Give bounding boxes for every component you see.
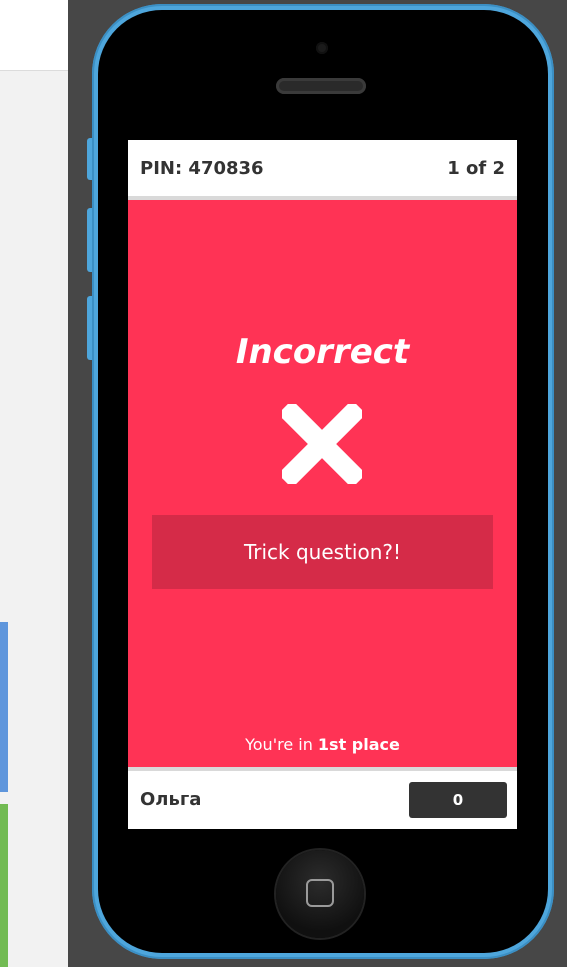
player-footer: Ольга 0 xyxy=(128,767,517,829)
close-icon xyxy=(282,404,362,484)
answer-feedback-box: Trick question?! xyxy=(152,515,493,589)
question-progress: 1 of 2 xyxy=(447,158,505,179)
rank-value: 1st place xyxy=(317,735,400,754)
score-value: 0 xyxy=(452,791,464,809)
game-header: PIN: 470836 1 of 2 xyxy=(128,140,517,200)
background-green-button[interactable] xyxy=(0,804,8,967)
background-blue-button[interactable] xyxy=(0,622,8,792)
camera-icon xyxy=(316,42,328,54)
background-header xyxy=(0,0,68,71)
player-name: Ольга xyxy=(140,789,202,810)
answer-feedback-text: Trick question?! xyxy=(243,540,402,564)
phone-screen: PIN: 470836 1 of 2 Incorrect Trick quest… xyxy=(128,140,517,829)
home-square-icon xyxy=(306,879,334,907)
speaker-grille xyxy=(276,78,366,94)
rank-message: You're in 1st place xyxy=(128,735,517,754)
score-badge: 0 xyxy=(409,782,507,818)
result-title: Incorrect xyxy=(235,332,410,372)
background-page xyxy=(0,0,68,967)
rank-prefix: You're in xyxy=(245,735,318,754)
game-pin: PIN: 470836 xyxy=(140,158,264,179)
